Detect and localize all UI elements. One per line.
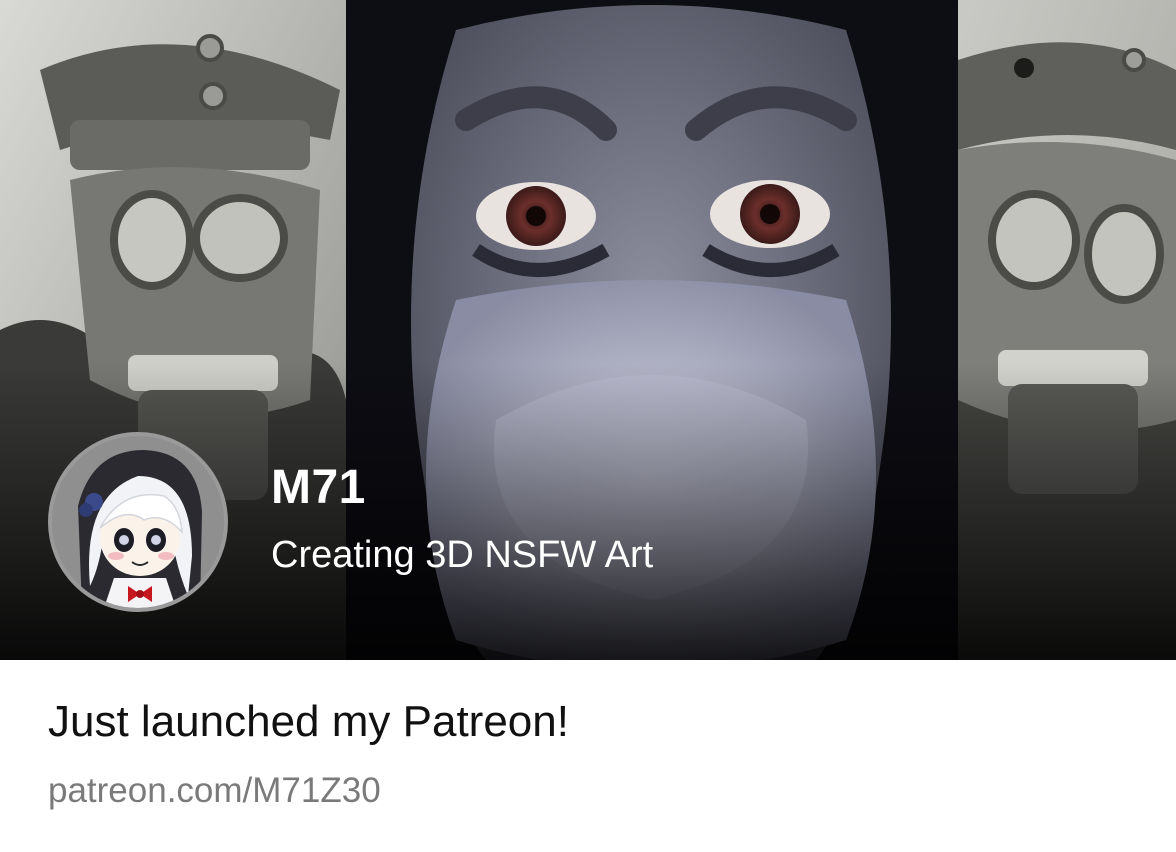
banner-right-image (958, 0, 1176, 660)
link-preview-card[interactable]: M71 Creating 3D NSFW Art Just launched m… (0, 0, 1176, 852)
creator-name[interactable]: M71 (271, 458, 366, 518)
post-url[interactable]: patreon.com/M71Z30 (48, 768, 381, 814)
cover-banner: M71 Creating 3D NSFW Art (0, 0, 1176, 660)
post-title[interactable]: Just launched my Patreon! (48, 694, 569, 750)
creator-avatar[interactable] (48, 432, 228, 612)
creator-tagline: Creating 3D NSFW Art (271, 534, 654, 576)
